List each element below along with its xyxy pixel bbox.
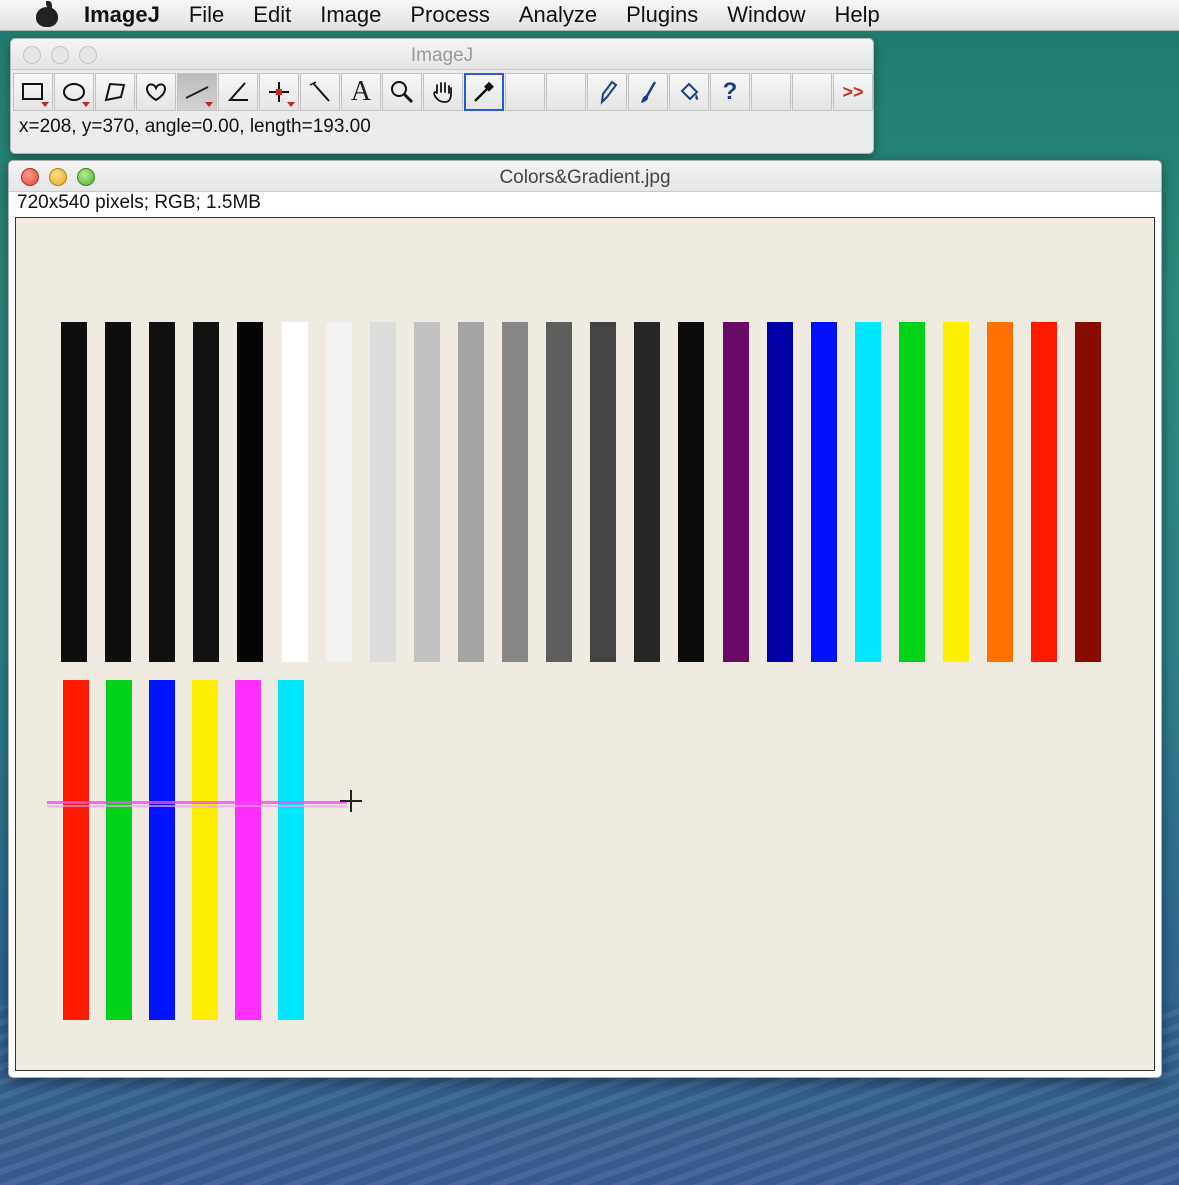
empty-tool-slot-4 xyxy=(792,73,832,111)
color-bar xyxy=(898,322,925,662)
empty-tool-slot-3 xyxy=(751,73,791,111)
paint-bucket-icon xyxy=(680,82,699,101)
line-selection[interactable] xyxy=(47,801,347,804)
hand-tool[interactable] xyxy=(423,73,463,111)
imagej-toolbar-window: ImageJ A ? >> x=208, y=370, angle=0.00, … xyxy=(10,38,874,154)
image-titlebar[interactable]: Colors&Gradient.jpg xyxy=(9,161,1161,192)
color-bar xyxy=(590,322,617,662)
crosshair-cursor-icon xyxy=(340,790,362,812)
text-tool[interactable]: A xyxy=(341,73,381,111)
magnifier-icon xyxy=(391,81,414,104)
color-bar xyxy=(192,680,218,1020)
color-bar xyxy=(106,680,132,1020)
color-bar xyxy=(281,322,308,662)
color-bar xyxy=(722,322,749,662)
eyedropper-icon xyxy=(474,81,494,102)
empty-tool-slot-2 xyxy=(546,73,586,111)
color-bar xyxy=(678,322,705,662)
color-bar xyxy=(854,322,881,662)
double-chevron-icon: >> xyxy=(842,81,864,102)
freehand-tool[interactable] xyxy=(136,73,176,111)
toolbar-window-title: ImageJ xyxy=(410,45,474,66)
toolbar-titlebar[interactable]: ImageJ xyxy=(11,39,873,70)
image-canvas[interactable] xyxy=(15,217,1155,1071)
color-bar xyxy=(278,680,304,1020)
flood-fill-tool[interactable] xyxy=(669,73,709,111)
color-bar xyxy=(943,322,969,662)
help-tool[interactable]: ? xyxy=(710,73,750,111)
color-bar xyxy=(369,322,396,662)
brush-tool[interactable] xyxy=(628,73,668,111)
image-info: 720x540 pixels; RGB; 1.5MB xyxy=(17,192,261,213)
angle-icon xyxy=(227,82,248,101)
dropper-tool[interactable] xyxy=(464,73,504,111)
color-bar xyxy=(766,322,793,662)
menu-plugins[interactable]: Plugins xyxy=(626,2,698,28)
color-bar xyxy=(810,322,837,662)
color-bar xyxy=(193,322,220,662)
menu-file[interactable]: File xyxy=(189,2,224,28)
rectangle-tool[interactable] xyxy=(13,73,53,111)
menu-bar: ImageJ File Edit Image Process Analyze P… xyxy=(0,0,1179,31)
point-tool[interactable] xyxy=(259,73,299,111)
color-bar xyxy=(413,322,440,662)
color-bar xyxy=(457,322,484,662)
color-bar xyxy=(63,680,89,1020)
menu-process[interactable]: Process xyxy=(410,2,489,28)
color-bar xyxy=(987,322,1014,662)
color-bar xyxy=(61,322,87,662)
apple-icon[interactable] xyxy=(32,1,62,27)
menu-imagej[interactable]: ImageJ xyxy=(84,2,160,28)
color-bar xyxy=(1075,322,1102,662)
color-bar xyxy=(235,680,261,1020)
magnifier-tool[interactable] xyxy=(382,73,422,111)
color-bar xyxy=(546,322,573,662)
pencil-icon xyxy=(600,80,618,105)
status-bar: x=208, y=370, angle=0.00, length=193.00 xyxy=(19,116,371,137)
color-bar xyxy=(149,680,175,1020)
polygon-icon xyxy=(104,82,126,102)
magic-wand-icon xyxy=(309,81,330,102)
wand-tool[interactable] xyxy=(300,73,340,111)
image-window-title: Colors&Gradient.jpg xyxy=(499,167,671,188)
color-bar xyxy=(634,322,661,662)
menu-help[interactable]: Help xyxy=(835,2,880,28)
menu-edit[interactable]: Edit xyxy=(253,2,291,28)
oval-tool[interactable] xyxy=(54,73,94,111)
freehand-icon xyxy=(145,83,167,102)
question-mark-icon: ? xyxy=(722,78,738,105)
brush-icon xyxy=(641,81,657,103)
color-bar xyxy=(237,322,264,662)
more-tools-button[interactable]: >> xyxy=(833,73,873,111)
polygon-tool[interactable] xyxy=(95,73,135,111)
color-bar xyxy=(325,322,352,662)
tool-palette: A ? >> xyxy=(13,73,874,111)
pencil-tool[interactable] xyxy=(587,73,627,111)
menu-image[interactable]: Image xyxy=(320,2,381,28)
empty-tool-slot-1 xyxy=(505,73,545,111)
color-bar xyxy=(1031,322,1058,662)
hand-icon xyxy=(433,82,452,103)
straight-line-tool[interactable] xyxy=(177,73,217,111)
line-selection-shadow xyxy=(47,805,347,807)
color-bar xyxy=(105,322,132,662)
angle-tool[interactable] xyxy=(218,73,258,111)
text-a-icon: A xyxy=(350,76,372,107)
menu-window[interactable]: Window xyxy=(727,2,805,28)
color-bar xyxy=(502,322,528,662)
image-window: Colors&Gradient.jpg 720x540 pixels; RGB;… xyxy=(8,160,1162,1078)
color-bar xyxy=(149,322,176,662)
menu-analyze[interactable]: Analyze xyxy=(519,2,597,28)
